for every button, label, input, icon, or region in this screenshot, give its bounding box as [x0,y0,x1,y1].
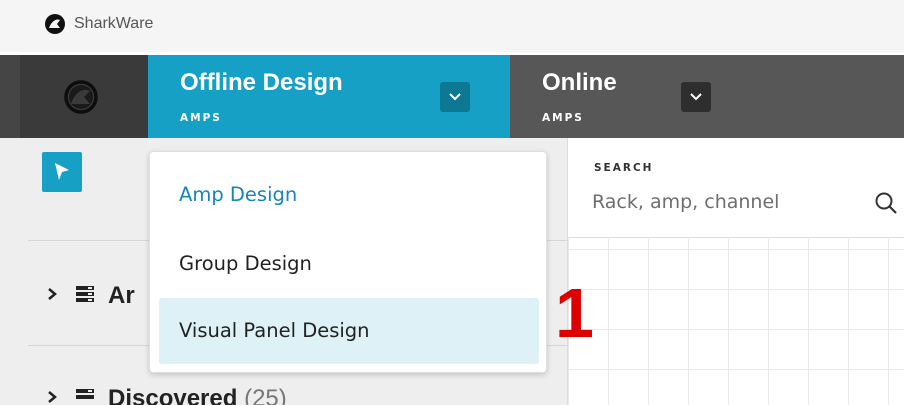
tree-row-label: Ar [108,282,135,310]
select-tool-button[interactable] [42,152,82,192]
menu-item-group-design[interactable]: Group Design [159,231,539,297]
chevron-right-icon [48,288,57,300]
home-logo-button[interactable] [20,55,148,138]
chevron-down-icon [449,93,461,101]
tree-row-label: Discovered (25) [108,385,287,405]
search-input[interactable] [592,182,892,222]
search-area: SEARCH [568,138,904,238]
tree-row-name: Discovered [108,385,238,405]
search-label: SEARCH [594,162,654,174]
cursor-arrow-icon [55,163,69,180]
title-bar: SharkWare [0,0,904,52]
tab-title: Online [542,69,617,96]
offline-design-menu-toggle[interactable] [440,82,470,112]
sharkware-logo-icon [45,14,65,34]
search-icon[interactable] [874,191,898,215]
tab-subtitle: AMPS [542,112,584,124]
app-name: SharkWare [74,15,154,32]
tab-title: Offline Design [180,69,343,96]
menu-item-visual-panel-design[interactable]: Visual Panel Design [159,298,539,364]
tab-offline-design[interactable]: Offline Design AMPS [148,55,510,138]
discovered-device-icon [76,389,94,399]
chevron-right-icon [48,391,57,403]
online-menu-toggle[interactable] [681,82,711,112]
tab-online[interactable]: Online AMPS [510,55,904,138]
tab-subtitle: AMPS [180,112,222,124]
tree-row-name: Ar [108,282,135,309]
top-navbar: Offline Design AMPS Online AMPS [0,55,904,138]
menu-item-amp-design[interactable]: Amp Design [159,162,539,228]
rack-icon [76,286,94,302]
chevron-down-icon [690,93,702,101]
step-number-marker: 1 [555,274,594,352]
design-mode-dropdown: Amp Design Group Design Visual Panel Des… [149,151,547,373]
design-canvas[interactable] [568,239,904,405]
sharkware-logo-icon [64,80,98,114]
tree-row-count: (25) [244,385,287,405]
